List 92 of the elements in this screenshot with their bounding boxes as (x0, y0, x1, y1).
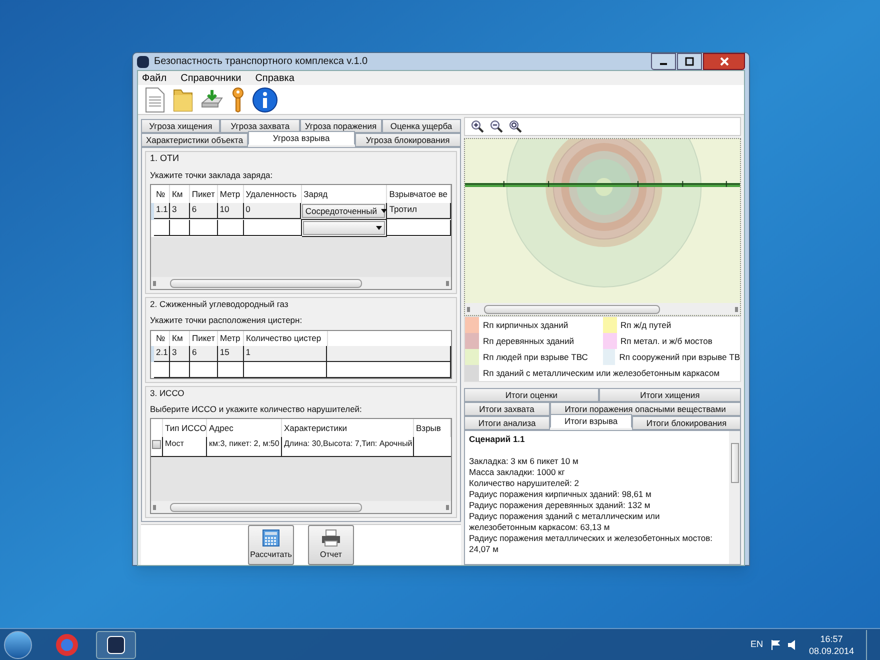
flag-icon[interactable] (770, 640, 780, 650)
empty-cell[interactable] (170, 362, 190, 378)
results-line: Количество нарушителей: 2 (469, 478, 580, 489)
tab[interactable]: Угроза хищения (141, 119, 220, 133)
tab[interactable]: Угроза захвата (220, 119, 300, 133)
table-cell: Длина: 30,Высота: 7,Тип: Арочный (282, 437, 414, 458)
tab[interactable]: Итоги поражения опасными веществами (550, 402, 742, 416)
tab[interactable]: Итоги захвата (464, 402, 550, 416)
maximize-icon (685, 57, 694, 66)
empty-cell[interactable] (154, 362, 170, 378)
vertical-scrollbar[interactable] (729, 431, 740, 564)
empty-cell[interactable] (327, 362, 451, 378)
table-cell: 2.1 (154, 346, 170, 362)
key-icon[interactable] (230, 86, 246, 112)
clock-date: 08.09.2014 (808, 644, 854, 656)
document-icon[interactable] (144, 86, 166, 112)
table-cell: 15 (218, 346, 244, 362)
drive-download-icon[interactable] (200, 88, 224, 110)
checkbox[interactable] (152, 440, 161, 450)
legend-label: Rп ж/д путей (620, 319, 672, 332)
table-cell: Мост (163, 437, 207, 458)
table-cell: 3 (170, 203, 190, 220)
instruction-text: Выберите ИССО и укажите количество нарушителей: (150, 402, 363, 416)
legend-label: Rп сооружений при взрыве ТВ (618, 351, 740, 364)
clock-time: 16:57 (820, 632, 843, 644)
close-button[interactable] (703, 53, 745, 70)
instruction-text: Укажите точки расположения цистерн: (150, 314, 304, 327)
legend-label: Rп зданий с металлическим или железобетонным каркасом (482, 367, 720, 380)
tab[interactable]: Характеристики объекта (141, 133, 248, 147)
tab[interactable]: Итоги блокирования (632, 416, 742, 430)
tab[interactable]: Угроза блокирования (354, 133, 462, 147)
results-heading: Сценарий 1.1 (469, 434, 526, 445)
table-cell: 3 (170, 346, 190, 362)
instruction-text: Укажите точки заклада заряда: (150, 168, 274, 182)
empty-cell[interactable] (218, 362, 244, 378)
menu-item[interactable]: Файл (142, 70, 167, 86)
tab[interactable]: Итоги оценки (464, 388, 599, 402)
horizontal-scrollbar[interactable] (151, 277, 451, 290)
empty-cell[interactable] (244, 362, 328, 378)
window-title: Безопастность транспортного комплекса v.1.0 (154, 55, 368, 69)
language-indicator[interactable]: EN (750, 638, 763, 652)
app-icon (137, 56, 149, 68)
legend-label: Rп метал. и ж/б мостов (620, 335, 712, 348)
taskbar-app-button[interactable] (96, 630, 136, 658)
table-cell: 1.1 (154, 203, 170, 220)
minimize-button[interactable] (651, 53, 676, 70)
zoom-out-icon[interactable] (490, 120, 503, 133)
speaker-icon[interactable] (788, 640, 797, 650)
charge-dropdown[interactable]: Сосредоточенный (302, 204, 386, 218)
tab[interactable]: Угроза взрыва (248, 131, 355, 145)
section-title: 2. Сжиженный углеводородный газ (150, 298, 290, 311)
results-line: Радиус поражения деревянных зданий: 132 м (469, 500, 652, 511)
info-icon[interactable] (252, 86, 278, 112)
menu-item[interactable]: Справочники (180, 70, 242, 86)
table-cell: 0 (244, 203, 302, 220)
tab[interactable]: Итоги хищения (598, 388, 741, 402)
tab[interactable]: Итоги анализа (464, 416, 550, 430)
empty-cell[interactable] (154, 220, 170, 236)
close-icon (720, 57, 728, 66)
results-line: Закладка: 3 км 6 пикет 10 м (469, 456, 580, 467)
legend-label: Rп деревянных зданий (482, 335, 574, 348)
empty-cell[interactable] (190, 362, 218, 378)
printer-icon (321, 529, 341, 548)
results-line: Радиус поражения кирпичных зданий: 98,61 м (469, 489, 652, 500)
table-cell: Тротил (387, 203, 451, 220)
caret-icon (376, 226, 382, 230)
folder-icon[interactable] (172, 86, 194, 112)
results-line: Масса закладки: 1000 кг (469, 467, 566, 478)
start-button[interactable] (4, 630, 32, 658)
table-cell: 10 (218, 203, 244, 220)
results-line: Радиус поражения металлических и железобетонных мостов: 24,07 м (469, 533, 714, 555)
section-title: 1. ОТИ (150, 152, 180, 165)
toolbar-button[interactable]: Рассчитать (248, 525, 294, 566)
results-line: Радиус поражения зданий с металлическим или железобетонным каркасом: 63,13 м (469, 511, 661, 533)
legend-label: Rп кирпичных зданий (482, 319, 568, 332)
calculator-icon (262, 529, 280, 548)
maximize-button[interactable] (677, 53, 702, 70)
menu-item[interactable]: Справка (255, 70, 294, 86)
legend-label: Rп людей при взрыве ТВС (482, 351, 588, 364)
zoom-in-icon[interactable] (471, 120, 484, 133)
tab[interactable]: Итоги взрыва (550, 414, 632, 428)
horizontal-scrollbar[interactable] (465, 303, 740, 315)
table-cell: 6 (190, 203, 218, 220)
section-title: 3. ИССО (150, 386, 186, 400)
caret-icon (380, 209, 387, 214)
horizontal-scrollbar[interactable] (151, 501, 451, 514)
tab[interactable]: Оценка ущерба (382, 119, 461, 133)
table-cell: 1 (244, 346, 328, 362)
table-cell: 6 (190, 346, 218, 362)
table-cell: км:3, пикет: 2, м:50 (207, 437, 282, 458)
zoom-fit-icon[interactable] (509, 120, 522, 133)
toolbar-button[interactable]: Отчет (308, 525, 354, 566)
